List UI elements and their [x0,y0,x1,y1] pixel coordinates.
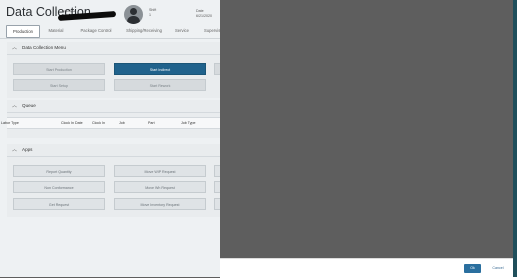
tab-package-control[interactable]: Package Control [76,25,116,36]
background-window-edge [513,0,517,277]
ok-button[interactable]: Ok [464,264,481,273]
avatar-head [130,8,137,15]
tab-service[interactable]: Service [171,25,193,36]
column-part[interactable]: Part [148,121,155,125]
move-wip-request-button[interactable]: Move WIP Request [114,165,206,177]
avatar-body [127,16,140,24]
queue-section: ︿ Queue Labor Type Clock In Date Clock I… [1,100,220,138]
queue-header[interactable]: ︿ Queue [7,100,220,113]
chevron-up-icon: ︿ [12,147,18,153]
chevron-up-icon: ︿ [12,45,18,51]
report-quantity-button[interactable]: Report Quantity [13,165,105,177]
data-collection-menu-header[interactable]: ︿ Data Collection Menu [7,42,220,55]
chevron-up-icon: ︿ [12,103,18,109]
date-value: 6/21/2020 [196,14,212,18]
apps-section: ︿ Apps Report Quantity Move WIP Request … [7,144,222,217]
column-labor-type[interactable]: Labor Type [1,121,19,125]
tab-bar: Production Material Package Control Ship… [5,25,224,38]
cancel-button[interactable]: Cancel [488,264,508,273]
data-collection-panel: Data Collection Employee Shift 1 Date 6/… [0,0,224,277]
apps-title: Apps [22,147,33,152]
data-collection-menu-section: ︿ Data Collection Menu Start Production … [7,42,222,98]
column-clock-in-date[interactable]: Clock In Date [61,121,83,125]
tab-shipping-receiving[interactable]: Shipping/Receiving [122,25,166,36]
queue-title: Queue [22,103,36,108]
shift-label: Shift [149,8,157,12]
tab-production[interactable]: Production [6,25,40,38]
shift-value: 1 [149,13,151,17]
avatar[interactable] [124,5,143,24]
non-conformance-button[interactable]: Non Conformance [13,181,105,193]
employee-label: Employee [62,9,76,13]
start-setup-button[interactable]: Start Setup [13,79,105,91]
column-job[interactable]: Job [119,121,125,125]
apps-header[interactable]: ︿ Apps [7,144,220,157]
move-wh-request-button[interactable]: Move Wh Request [114,181,206,193]
queue-table-header: Labor Type Clock In Date Clock In Job Pa… [1,117,220,129]
column-clock-in[interactable]: Clock In [92,121,105,125]
start-indirect-button[interactable]: Start Indirect [114,63,206,75]
data-collection-menu-title: Data Collection Menu [22,45,66,50]
get-request-button[interactable]: Get Request [13,198,105,210]
move-inventory-request-button[interactable]: Move Inventory Request [114,198,206,210]
start-rework-button[interactable]: Start Rework [114,79,206,91]
modal-dialog-body [220,0,517,277]
column-job-type[interactable]: Job Type [181,121,196,125]
start-production-button[interactable]: Start Production [13,63,105,75]
divider [0,38,220,39]
date-label: Date [196,9,204,13]
tab-material[interactable]: Material [44,25,68,36]
